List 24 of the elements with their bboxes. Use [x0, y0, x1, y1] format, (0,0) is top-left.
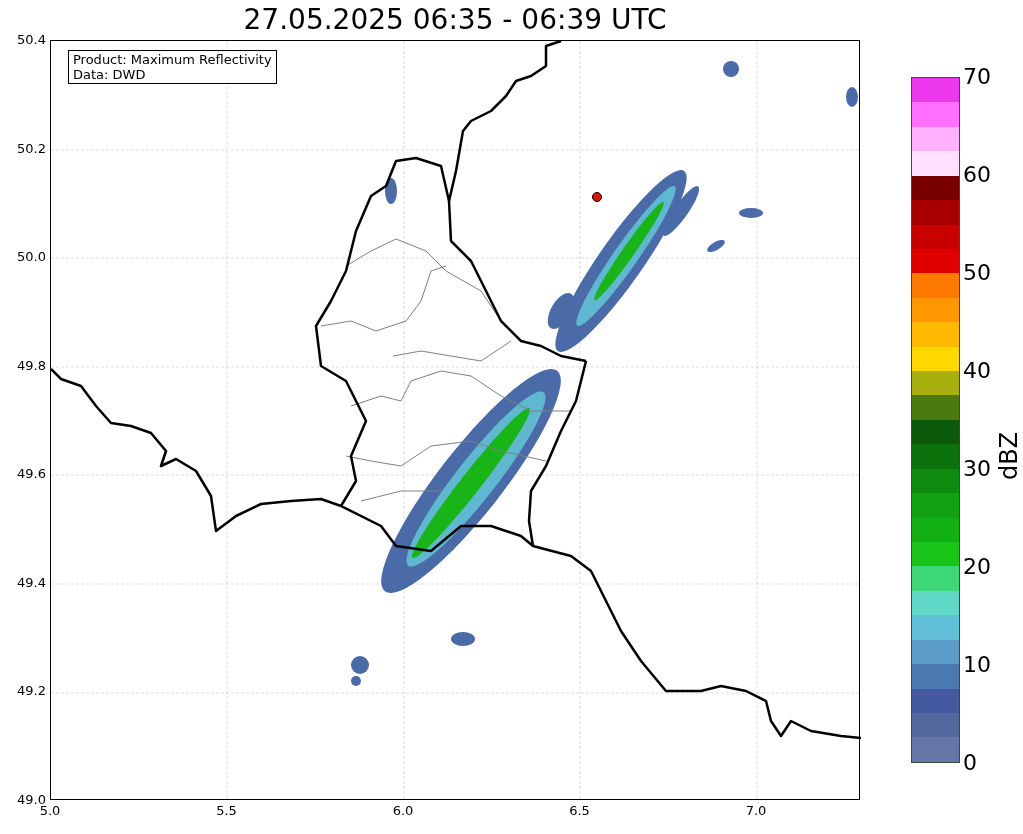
colorbar-tick-label: 70 — [963, 64, 991, 90]
legend-text: Product: Maximum Reflectivity — [73, 52, 272, 67]
colorbar-tick-label: 60 — [963, 162, 991, 188]
colorbar-tick-label: 10 — [963, 652, 991, 678]
y-tick-label: 50.4 — [17, 32, 46, 48]
colorbar-tick-label: 30 — [963, 456, 991, 482]
colorbar-tick-label: 20 — [963, 554, 991, 580]
x-tick-label: 5.5 — [215, 803, 238, 819]
y-tick-label: 50.0 — [17, 249, 46, 266]
y-tick-label: 49.6 — [17, 466, 46, 483]
legend-text: Data: DWD — [73, 67, 147, 82]
x-tick-label: 6.5 — [568, 803, 591, 819]
y-tick-label: 49.8 — [17, 357, 46, 374]
chart-title: 27.05.2025 06:35 - 06:39 UTC — [243, 4, 667, 36]
y-tick-label: 49.2 — [17, 683, 46, 700]
colorbar-tick-label: 40 — [963, 358, 991, 384]
colorbar-tick-label: 50 — [963, 260, 991, 286]
colorbar-tick-label: 0 — [963, 750, 977, 776]
x-tick-label: 6.0 — [391, 803, 415, 819]
x-tick-label: 7.0 — [744, 803, 768, 819]
colorbar-label: dBZ — [995, 431, 1023, 480]
location-marker-icon — [592, 192, 602, 202]
y-tick-label: 50.2 — [17, 140, 46, 157]
y-tick-label: 49.4 — [17, 574, 46, 591]
